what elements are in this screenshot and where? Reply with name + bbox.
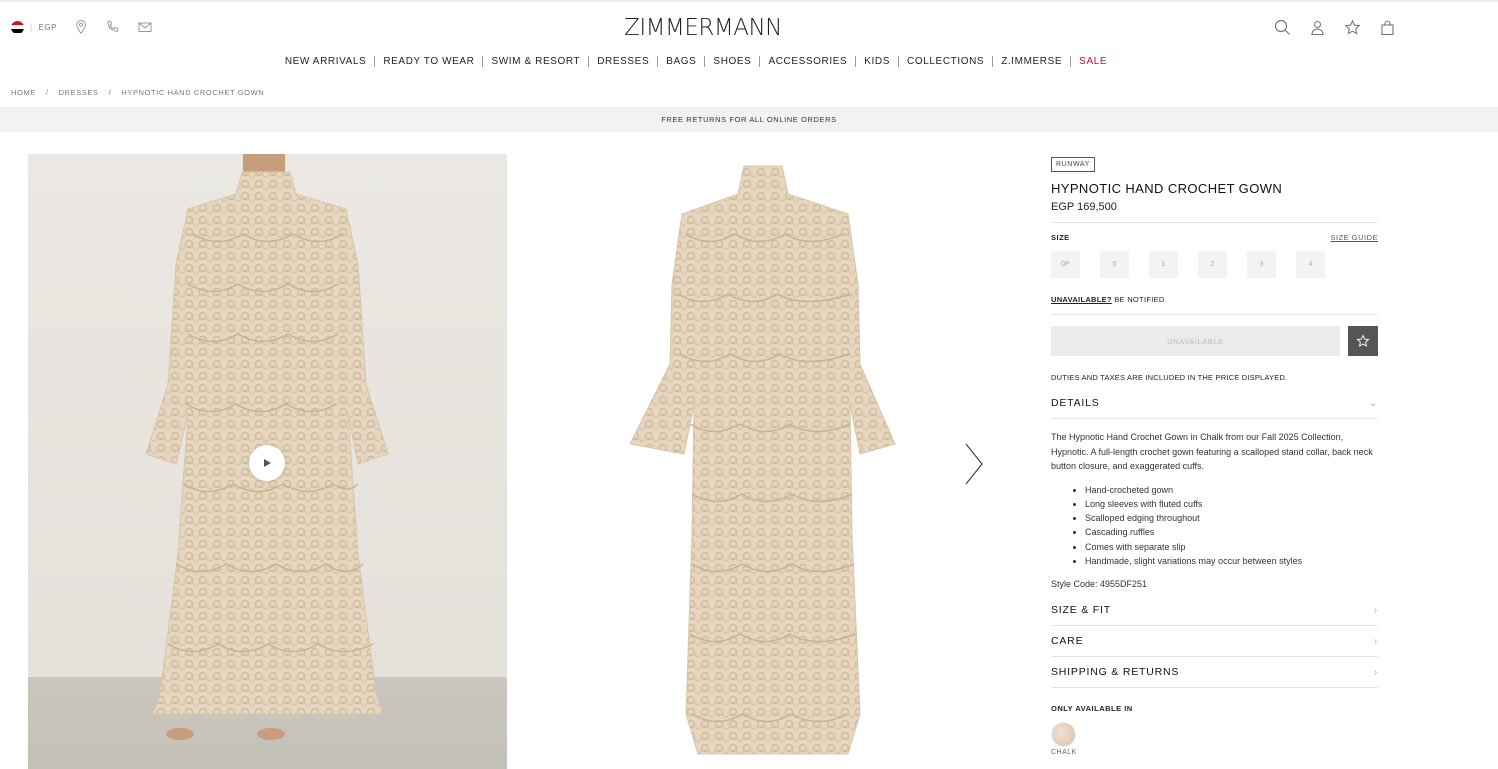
only-available-label: ONLY AVAILABLE IN — [1051, 704, 1133, 714]
details-label: DETAILS — [1051, 397, 1100, 409]
product-image-model[interactable] — [28, 154, 507, 769]
details-accordion[interactable]: DETAILS ⌄ — [1051, 388, 1378, 419]
promo-banner: FREE RETURNS FOR ALL ONLINE ORDERS — [0, 107, 1498, 132]
be-notified-text: BE NOTIFIED — [1114, 295, 1165, 304]
nav-item-new-arrivals[interactable]: NEW ARRIVALS — [277, 56, 376, 67]
bag-icon[interactable] — [1379, 19, 1396, 36]
runway-badge: RUNWAY — [1051, 157, 1095, 172]
product-description: The Hypnotic Hand Crochet Gown in Chalk … — [1051, 432, 1373, 471]
color-swatch-chalk[interactable] — [1051, 722, 1076, 748]
nav-item-accessories[interactable]: ACCESSORIES — [760, 56, 857, 67]
size-fit-accordion[interactable]: SIZE & FIT › — [1051, 595, 1378, 627]
size-option-4[interactable]: 4 — [1296, 251, 1325, 278]
star-icon — [1356, 334, 1370, 347]
size-selector: 0P 0 1 2 3 4 — [1051, 251, 1378, 278]
nav-item-kids[interactable]: KIDS — [856, 56, 900, 67]
main-nav: NEW ARRIVALS READY TO WEAR SWIM & RESORT… — [0, 56, 1392, 67]
nav-item-ready-to-wear[interactable]: READY TO WEAR — [375, 56, 484, 67]
style-code: Style Code: 4955DF251 — [1051, 579, 1148, 590]
product-image-flat[interactable] — [530, 154, 1000, 769]
chevron-right-icon: › — [1373, 666, 1378, 678]
breadcrumb-separator: / — [108, 88, 112, 97]
nav-item-swim-resort[interactable]: SWIM & RESORT — [483, 56, 590, 67]
shipping-returns-label: SHIPPING & RETURNS — [1051, 666, 1180, 679]
shipping-returns-accordion[interactable]: SHIPPING & RETURNS › — [1051, 657, 1378, 689]
brand-logo[interactable]: ZIMMERMANN — [0, 15, 1406, 41]
size-guide-link[interactable]: SIZE GUIDE — [1330, 233, 1378, 242]
notify-row: UNAVAILABLE? BE NOTIFIED — [1051, 295, 1378, 304]
size-label: SIZE — [1051, 233, 1070, 242]
size-option-0p[interactable]: 0P — [1051, 251, 1080, 278]
add-to-wishlist-button[interactable] — [1348, 326, 1378, 356]
header-actions — [1274, 19, 1396, 36]
breadcrumb: HOME / DRESSES / HYPNOTIC HAND CROCHET G… — [11, 88, 264, 97]
size-option-3[interactable]: 3 — [1247, 251, 1276, 278]
feature-item: Long sleeves with fluted cuffs — [1085, 497, 1378, 511]
product-price: EGP 169,500 — [1051, 201, 1117, 213]
product-info-panel: RUNWAY HYPNOTIC HAND CROCHET GOWN EGP 16… — [1051, 153, 1378, 756]
wishlist-star-icon[interactable] — [1344, 19, 1361, 36]
size-fit-label: SIZE & FIT — [1051, 604, 1111, 617]
product-title: HYPNOTIC HAND CROCHET GOWN — [1051, 181, 1283, 196]
breadcrumb-current: HYPNOTIC HAND CROCHET GOWN — [121, 88, 265, 97]
search-icon[interactable] — [1274, 19, 1291, 36]
feature-item: Comes with separate slip — [1085, 540, 1378, 554]
chevron-right-icon: › — [1373, 604, 1378, 616]
play-icon — [264, 459, 271, 467]
flat-gown-illustration — [629, 165, 896, 755]
chevron-down-icon: ⌄ — [1368, 397, 1378, 409]
size-option-2[interactable]: 2 — [1198, 251, 1227, 278]
feature-item: Handmade, slight variations may occur be… — [1085, 554, 1378, 568]
account-icon[interactable] — [1309, 19, 1326, 36]
size-header: SIZE SIZE GUIDE — [1051, 233, 1378, 242]
care-label: CARE — [1051, 635, 1084, 648]
divider — [1051, 222, 1378, 223]
chevron-right-icon: › — [1373, 635, 1378, 647]
purchase-actions: UNAVAILABLE — [1051, 326, 1378, 356]
feature-list: Hand-crocheted gown Long sleeves with fl… — [1085, 483, 1378, 569]
nav-item-shoes[interactable]: SHOES — [705, 56, 761, 67]
breadcrumb-home[interactable]: HOME — [11, 88, 36, 97]
nav-item-zimmerse[interactable]: Z.IMMERSE — [993, 56, 1072, 67]
nav-item-dresses[interactable]: DRESSES — [589, 56, 659, 67]
divider — [1051, 314, 1378, 315]
color-name: CHALK — [1051, 749, 1077, 757]
nav-item-bags[interactable]: BAGS — [658, 56, 706, 67]
nav-item-sale[interactable]: SALE — [1071, 56, 1115, 67]
feature-item: Cascading ruffles — [1085, 525, 1378, 539]
top-bar: | EGP ZIMMERMANN — [0, 0, 1498, 50]
nav-item-collections[interactable]: COLLECTIONS — [899, 56, 994, 67]
feature-item: Hand-crocheted gown — [1085, 483, 1378, 497]
unavailable-link[interactable]: UNAVAILABLE? — [1051, 295, 1112, 304]
breadcrumb-separator: / — [45, 88, 49, 97]
size-option-0[interactable]: 0 — [1100, 251, 1129, 278]
feature-item: Scalloped edging throughout — [1085, 511, 1378, 525]
add-to-bag-button[interactable]: UNAVAILABLE — [1051, 326, 1340, 356]
care-accordion[interactable]: CARE › — [1051, 626, 1378, 658]
play-video-button[interactable] — [249, 445, 285, 481]
chevron-right-icon[interactable] — [962, 442, 986, 486]
duties-notice: DUTIES AND TAXES ARE INCLUDED IN THE PRI… — [1051, 373, 1288, 382]
breadcrumb-dresses[interactable]: DRESSES — [59, 88, 99, 97]
size-option-1[interactable]: 1 — [1149, 251, 1178, 278]
